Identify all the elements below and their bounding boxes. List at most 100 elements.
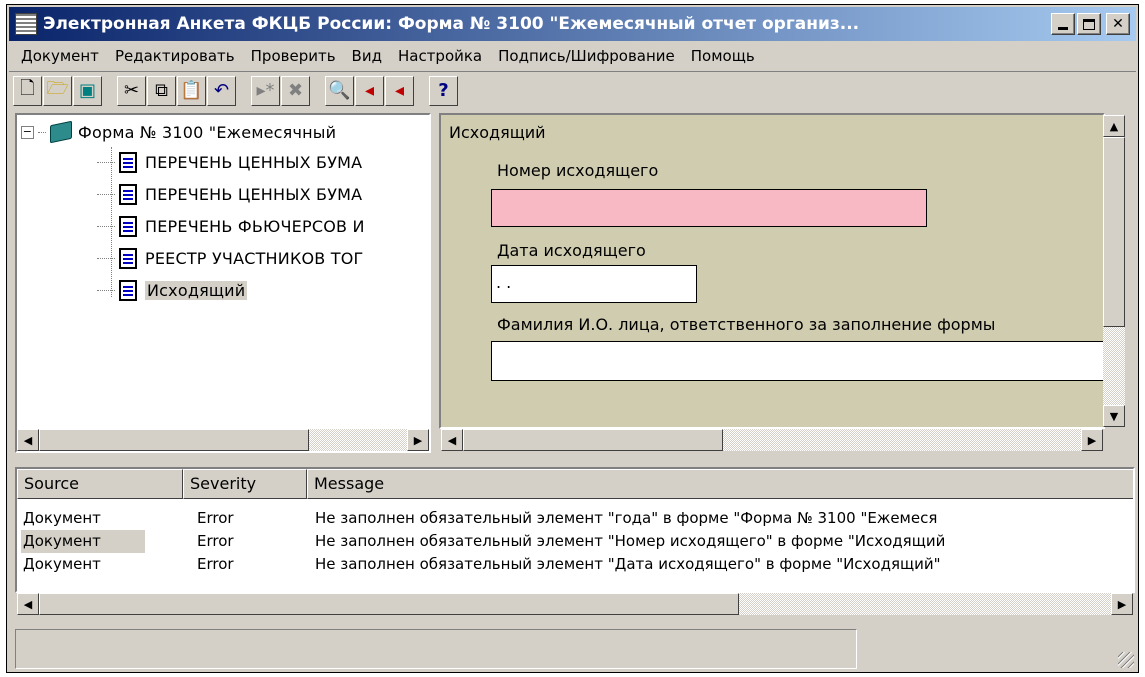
tree-item[interactable]: РЕЕСТР УЧАСТНИКОВ ТОГ <box>97 245 364 271</box>
tree-item-label: РЕЕСТР УЧАСТНИКОВ ТОГ <box>145 248 364 268</box>
cut-icon: ✂ <box>123 80 140 101</box>
document-icon <box>119 151 137 173</box>
scroll-thumb[interactable] <box>463 429 723 451</box>
close-button[interactable]: ✕ <box>1106 13 1130 35</box>
message-source: Документ <box>23 555 101 573</box>
message-severity: Error <box>197 555 234 573</box>
menu-edit[interactable]: Редактировать <box>107 47 243 65</box>
document-icon <box>119 279 137 301</box>
check-next-button[interactable]: ◂ <box>355 75 384 106</box>
scroll-left-icon[interactable]: ◀ <box>17 593 39 615</box>
tree-item-selected[interactable]: Исходящий <box>97 277 248 303</box>
form-horizontal-scrollbar[interactable]: ◀ ▶ <box>441 429 1103 451</box>
tree-item-label: ПЕРЕЧЕНЬ ФЬЮЧЕРСОВ И <box>145 216 365 236</box>
scroll-left-icon[interactable]: ◀ <box>17 429 39 451</box>
message-text: Не заполнен обязательный элемент "года" … <box>315 509 938 527</box>
preview-icon: 🔍 <box>328 80 351 101</box>
check-prev-button[interactable]: ◂ <box>385 75 414 106</box>
maximize-icon <box>1083 18 1095 30</box>
copy-icon: ⧉ <box>155 80 168 101</box>
tree-item[interactable]: ПЕРЕЧЕНЬ ЦЕННЫХ БУМА <box>97 181 362 207</box>
message-list[interactable]: Source Severity Message Документ Error Н… <box>15 467 1135 593</box>
maximize-button[interactable] <box>1077 13 1101 35</box>
outgoing-date-input[interactable]: . . <box>491 265 697 303</box>
tree-item-label: ПЕРЕЧЕНЬ ЦЕННЫХ БУМА <box>145 184 363 204</box>
tree-horizontal-scrollbar[interactable]: ◀ ▶ <box>17 429 429 451</box>
responsible-person-input[interactable] <box>491 341 1103 381</box>
menu-view[interactable]: Вид <box>344 47 390 65</box>
scroll-right-icon[interactable]: ▶ <box>407 429 429 451</box>
menu-document[interactable]: Документ <box>13 47 107 65</box>
open-button[interactable]: 🗁 <box>43 75 72 106</box>
message-row-selected[interactable]: Документ Error Не заполнен обязательный … <box>17 530 1133 553</box>
paste-icon: 📋 <box>180 80 203 101</box>
message-source: Документ <box>21 530 145 553</box>
tree-root[interactable]: − Форма № 3100 "Ежемесячный <box>21 119 336 145</box>
message-row[interactable]: Документ Error Не заполнен обязательный … <box>17 553 1133 576</box>
preview-button[interactable]: 🔍 <box>325 75 354 106</box>
close-icon: ✕ <box>1112 16 1124 32</box>
tree-view[interactable]: − Форма № 3100 "Ежемесячный ПЕРЕЧЕНЬ ЦЕН… <box>15 113 431 453</box>
insert-disabled-icon: ▸* <box>256 80 275 101</box>
cut-button[interactable]: ✂ <box>117 75 146 106</box>
message-text: Не заполнен обязательный элемент "Номер … <box>315 532 946 550</box>
section-title: Исходящий <box>449 123 546 142</box>
check-prev-icon: ◂ <box>394 80 405 101</box>
tree-item-label: ПЕРЕЧЕНЬ ЦЕННЫХ БУМА <box>145 152 363 172</box>
scroll-thumb[interactable] <box>1103 137 1125 327</box>
form-vertical-scrollbar[interactable]: ▲ ▼ <box>1103 115 1125 427</box>
paste-button[interactable]: 📋 <box>177 75 206 106</box>
save-icon: ▣ <box>78 80 96 101</box>
tree-item-label: Исходящий <box>145 280 248 300</box>
outgoing-number-input[interactable] <box>491 189 927 227</box>
message-source: Документ <box>23 509 101 527</box>
check-next-icon: ◂ <box>364 80 375 101</box>
delete-element-button[interactable]: ✖ <box>281 75 310 106</box>
scroll-thumb[interactable] <box>39 429 309 451</box>
menu-sign-encrypt[interactable]: Подпись/Шифрование <box>490 47 683 65</box>
document-icon <box>119 215 137 237</box>
help-icon: ? <box>438 80 449 101</box>
messages-horizontal-scrollbar[interactable]: ◀ ▶ <box>17 593 1133 615</box>
scroll-down-icon[interactable]: ▼ <box>1103 405 1125 427</box>
undo-icon: ↶ <box>213 80 230 101</box>
column-header-message[interactable]: Message <box>307 469 1133 499</box>
toolbar: 🗋 🗁 ▣ ✂ ⧉ 📋 ↶ ▸* ✖ 🔍 ◂ ◂ ? <box>9 71 1136 109</box>
column-header-source[interactable]: Source <box>17 469 183 499</box>
scroll-up-icon[interactable]: ▲ <box>1103 115 1125 137</box>
app-window: Электронная Анкета ФКЦБ России: Форма № … <box>6 4 1139 673</box>
message-text: Не заполнен обязательный элемент "Дата и… <box>315 555 941 573</box>
collapse-icon[interactable]: − <box>21 125 34 139</box>
help-button[interactable]: ? <box>429 75 458 106</box>
new-icon: 🗋 <box>20 77 35 99</box>
insert-element-button[interactable]: ▸* <box>251 75 280 106</box>
responsible-person-label: Фамилия И.О. лица, ответственного за зап… <box>497 315 996 334</box>
menu-help[interactable]: Помощь <box>683 47 763 65</box>
scroll-right-icon[interactable]: ▶ <box>1081 429 1103 451</box>
new-button[interactable]: 🗋 <box>13 75 42 106</box>
copy-button[interactable]: ⧉ <box>147 75 176 106</box>
undo-button[interactable]: ↶ <box>207 75 236 106</box>
outgoing-date-label: Дата исходящего <box>497 241 646 260</box>
delete-disabled-icon: ✖ <box>287 80 304 101</box>
resize-grip-icon[interactable] <box>1118 652 1134 668</box>
outgoing-number-label: Номер исходящего <box>497 161 659 180</box>
minimize-button[interactable] <box>1051 13 1075 35</box>
open-icon: 🗁 <box>46 77 69 99</box>
form-panel: Исходящий Номер исходящего Дата исходяще… <box>439 113 1105 429</box>
status-bar <box>15 629 857 669</box>
book-icon <box>50 120 72 144</box>
tree-item[interactable]: ПЕРЕЧЕНЬ ЦЕННЫХ БУМА <box>97 149 362 175</box>
minimize-icon <box>1058 26 1068 30</box>
scroll-right-icon[interactable]: ▶ <box>1111 593 1133 615</box>
tree-item[interactable]: ПЕРЕЧЕНЬ ФЬЮЧЕРСОВ И <box>97 213 365 239</box>
menu-check[interactable]: Проверить <box>243 47 344 65</box>
title-bar[interactable]: Электронная Анкета ФКЦБ России: Форма № … <box>9 7 1136 41</box>
message-row[interactable]: Документ Error Не заполнен обязательный … <box>17 507 1133 530</box>
save-button[interactable]: ▣ <box>73 75 102 106</box>
menu-settings[interactable]: Настройка <box>390 47 490 65</box>
scroll-thumb[interactable] <box>39 593 739 615</box>
app-icon <box>15 13 37 35</box>
column-header-severity[interactable]: Severity <box>183 469 307 499</box>
scroll-left-icon[interactable]: ◀ <box>441 429 463 451</box>
